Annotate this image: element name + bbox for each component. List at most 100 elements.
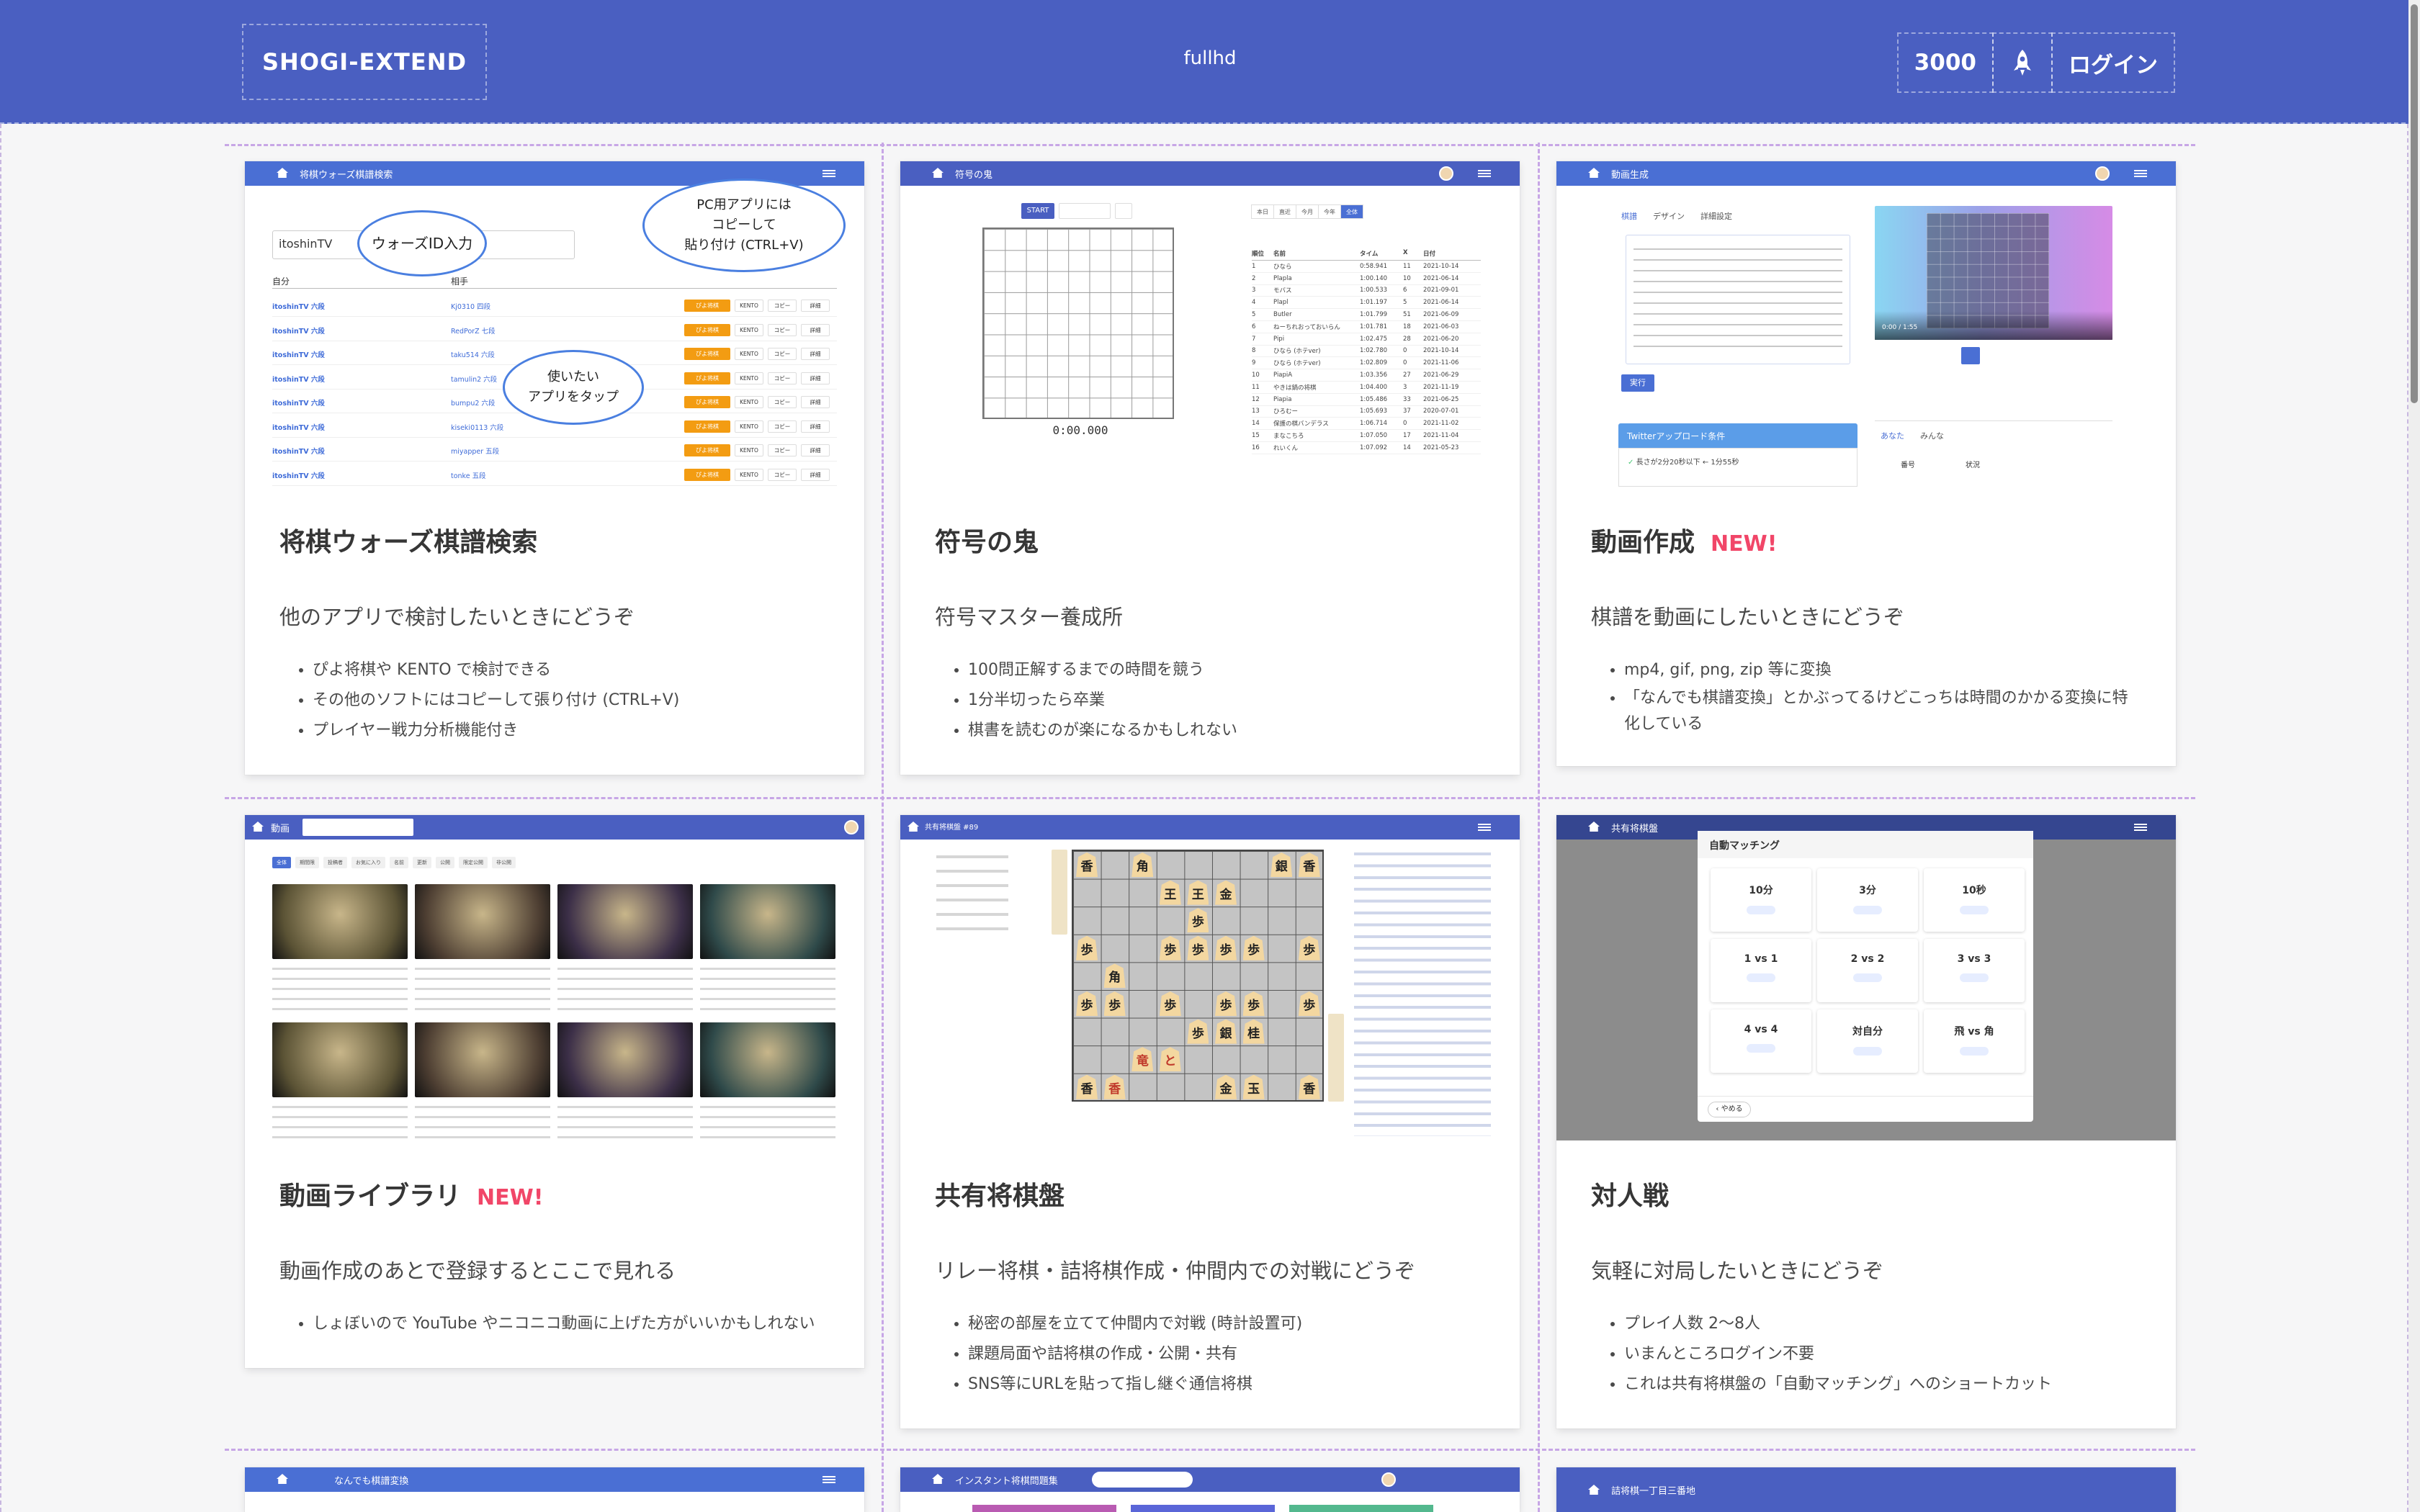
app-card-share-board[interactable]: 共有将棋盤 #89 香角銀香王王金歩歩歩歩歩歩歩角歩歩歩歩歩歩歩銀桂竜と香香金玉… (900, 815, 1520, 1428)
table-cell: 0 (1403, 347, 1407, 355)
table-cell: 8 (1252, 347, 1256, 355)
filter-tag: 更新 (413, 857, 431, 868)
app-card-swars[interactable]: 将棋ウォーズ棋譜検索 itoshinTV 自分 相手 itoshinTV 六段 K… (245, 161, 864, 775)
filter-tags: 全体 期間限 投稿者 お気に入り 名前 更新 公開 限定公開 非公開 (272, 857, 516, 868)
table-cell: 2 (1252, 274, 1256, 282)
match-option-button: 飛 vs 角 (1924, 1009, 2025, 1073)
menu-icon (2134, 170, 2147, 177)
card-description: リレー将棋・詰将棋作成・仲間内での対戦にどうぞ (935, 1259, 1416, 1283)
callout-id-input: ウォーズID入力 (357, 210, 487, 276)
table-cell: 2021-11-19 (1423, 383, 1459, 391)
app-card-library[interactable]: 動画 全体 期間限 投稿者 お気に入り 名前 更新 公開 限定公開 非公開 動画ライブラリ NEW… (245, 815, 864, 1368)
table-cell: 28 (1403, 335, 1411, 343)
menu-icon (2134, 824, 2147, 831)
table-row: 12 Piapia 1:05.486 33 2021-06-25 (1252, 394, 1481, 406)
video-thumbnail (557, 1022, 693, 1097)
piyo-button: ぴよ将棋 (684, 372, 730, 384)
match-option-count (1853, 973, 1882, 982)
ranking-tab: 今月 (1296, 204, 1319, 219)
card-title-text: 共有将棋盤 (935, 1182, 1065, 1211)
tab-design: デザイン (1653, 212, 1685, 221)
shogi-piece: 香 (1076, 852, 1098, 877)
table-cell: 1:02.475 (1360, 335, 1388, 343)
app-card-quiz[interactable]: インスタント将棋問題集 (900, 1467, 1520, 1512)
menu-icon (1478, 824, 1491, 831)
thumb-header-title: なんでも棋譜変換 (334, 1476, 409, 1487)
counter-item[interactable]: 3000 (1896, 32, 1994, 93)
row-self: itoshinTV 六段 (272, 472, 325, 480)
match-option-count (1747, 1044, 1775, 1053)
ranking-tab: 直近 (1273, 204, 1296, 219)
detail-button: 詳細 (801, 348, 830, 360)
row-self: itoshinTV 六段 (272, 351, 325, 359)
video-tile (557, 1022, 693, 1140)
rocket-button[interactable] (1992, 32, 2053, 93)
shogi-piece: 香 (1298, 852, 1320, 877)
twitter-conditions-item: ✓ 長さが2分20秒以下 ← 1分55秒 (1618, 448, 1857, 487)
table-cell: 2021-05-23 (1423, 444, 1459, 451)
app-card-fugo[interactable]: 符号の鬼 START 0:00.000 本日 直近 今月 今年 全体 順位 名前 タイム X 日… (900, 161, 1520, 775)
table-row: 10 PiapiA 1:03.356 27 2021-06-29 (1252, 369, 1481, 382)
video-thumbnail (272, 884, 408, 959)
card-title-text: 対人戦 (1591, 1182, 1670, 1211)
thumb-header: 詰将棋一丁目三番地 (1556, 1467, 2176, 1512)
copy-button: コピー (768, 323, 797, 336)
page-scrollbar[interactable] (2408, 0, 2420, 1512)
feature-list: 秘密の部屋を立てて仲間内で対戦 (時計設置可) 課題局面や詰将棋の作成・公開・共… (935, 1309, 1485, 1400)
table-cell: 1:02.809 (1360, 359, 1388, 367)
tab-everyone: みんな (1920, 431, 1944, 441)
shogi-piece: 歩 (1298, 991, 1320, 1016)
app-card-tsume[interactable]: 詰将棋一丁目三番地 (1556, 1467, 2176, 1512)
table-cell: ねーちれおっておいらん (1273, 323, 1340, 331)
table-cell: Pipi (1273, 335, 1285, 343)
match-option-button: 4 vs 4 (1711, 1009, 1811, 1073)
video-tile (415, 884, 550, 1011)
table-row: 15 まなこちろ 1:07.050 17 2021-11-04 (1252, 430, 1481, 442)
card-content: 動画作成 NEW! 棋譜を動画にしたいときにどうぞ mp4, gif, png, … (1556, 487, 2176, 766)
detail-button: 詳細 (801, 444, 830, 456)
row-opponent: tonke 五段 (451, 472, 486, 480)
match-option-count (1747, 973, 1775, 982)
avatar (1439, 166, 1453, 181)
home-icon (277, 168, 288, 178)
table-cell: 6 (1403, 287, 1407, 294)
login-button[interactable]: ログイン (2051, 32, 2175, 93)
table-cell: 1:05.486 (1360, 395, 1388, 403)
video-tile (700, 884, 835, 1011)
detail-button: 詳細 (801, 323, 830, 336)
thumb-header-title: インスタント将棋問題集 (955, 1476, 1058, 1487)
home-icon (277, 1474, 288, 1484)
feature-item: 課題局面や詰将棋の作成・公開・共有 (968, 1339, 1485, 1369)
table-cell: 2021-10-14 (1423, 262, 1459, 270)
video-tile (415, 1022, 550, 1140)
table-cell: 2021-06-25 (1423, 395, 1459, 403)
table-cell: 3 (1252, 287, 1256, 294)
row-opponent: kiseki0113 六段 (451, 423, 504, 432)
card-title: 符号の鬼 (935, 521, 1485, 559)
scrollbar-thumb[interactable] (2411, 4, 2418, 403)
piece-stand-white (1052, 850, 1067, 935)
brand-logo-link[interactable]: SHOGI-EXTEND (242, 24, 488, 100)
kento-button: KENTO (735, 444, 763, 456)
match-option-label: 10秒 (1962, 885, 1986, 896)
app-card-video[interactable]: 動画生成 棋譜 デザイン 詳細設定 実行 Twitterアップロード条件 ✓ 長… (1556, 161, 2176, 766)
table-cell: ひなら (ホテver) (1273, 360, 1321, 368)
app-card-converter[interactable]: なんでも棋譜変換 (245, 1467, 864, 1512)
table-cell: 1:07.092 (1360, 444, 1388, 451)
match-option-button: 10分 (1711, 868, 1811, 932)
thumb-header: 動画 (245, 815, 864, 840)
app-card-versus[interactable]: 共有将棋盤 自動マッチング 10分 3分 10秒 1 vs 1 2 vs 2 3 vs 3… (1556, 815, 2176, 1428)
run-button: 実行 (1621, 374, 1654, 392)
screenshot-library: 動画 全体 期間限 投稿者 お気に入り 名前 更新 公開 限定公開 非公開 (245, 815, 864, 1140)
feature-item: しょぼいので YouTube やニコニコ動画に上げた方がいいかもしれない (313, 1309, 830, 1339)
match-option-button: 10秒 (1924, 868, 2025, 932)
table-cell: PiapiA (1273, 372, 1293, 379)
column-status: 状況 (1966, 462, 1980, 469)
feature-item: SNS等にURLを貼って指し継ぐ通信将棋 (968, 1369, 1485, 1400)
table-cell: 15 (1252, 432, 1260, 440)
row-opponent: miyapper 五段 (451, 448, 500, 456)
search-input (1092, 1472, 1193, 1488)
table-cell: 12 (1252, 395, 1260, 403)
table-cell: 11 (1252, 383, 1260, 391)
shogi-piece: 歩 (1076, 935, 1098, 960)
